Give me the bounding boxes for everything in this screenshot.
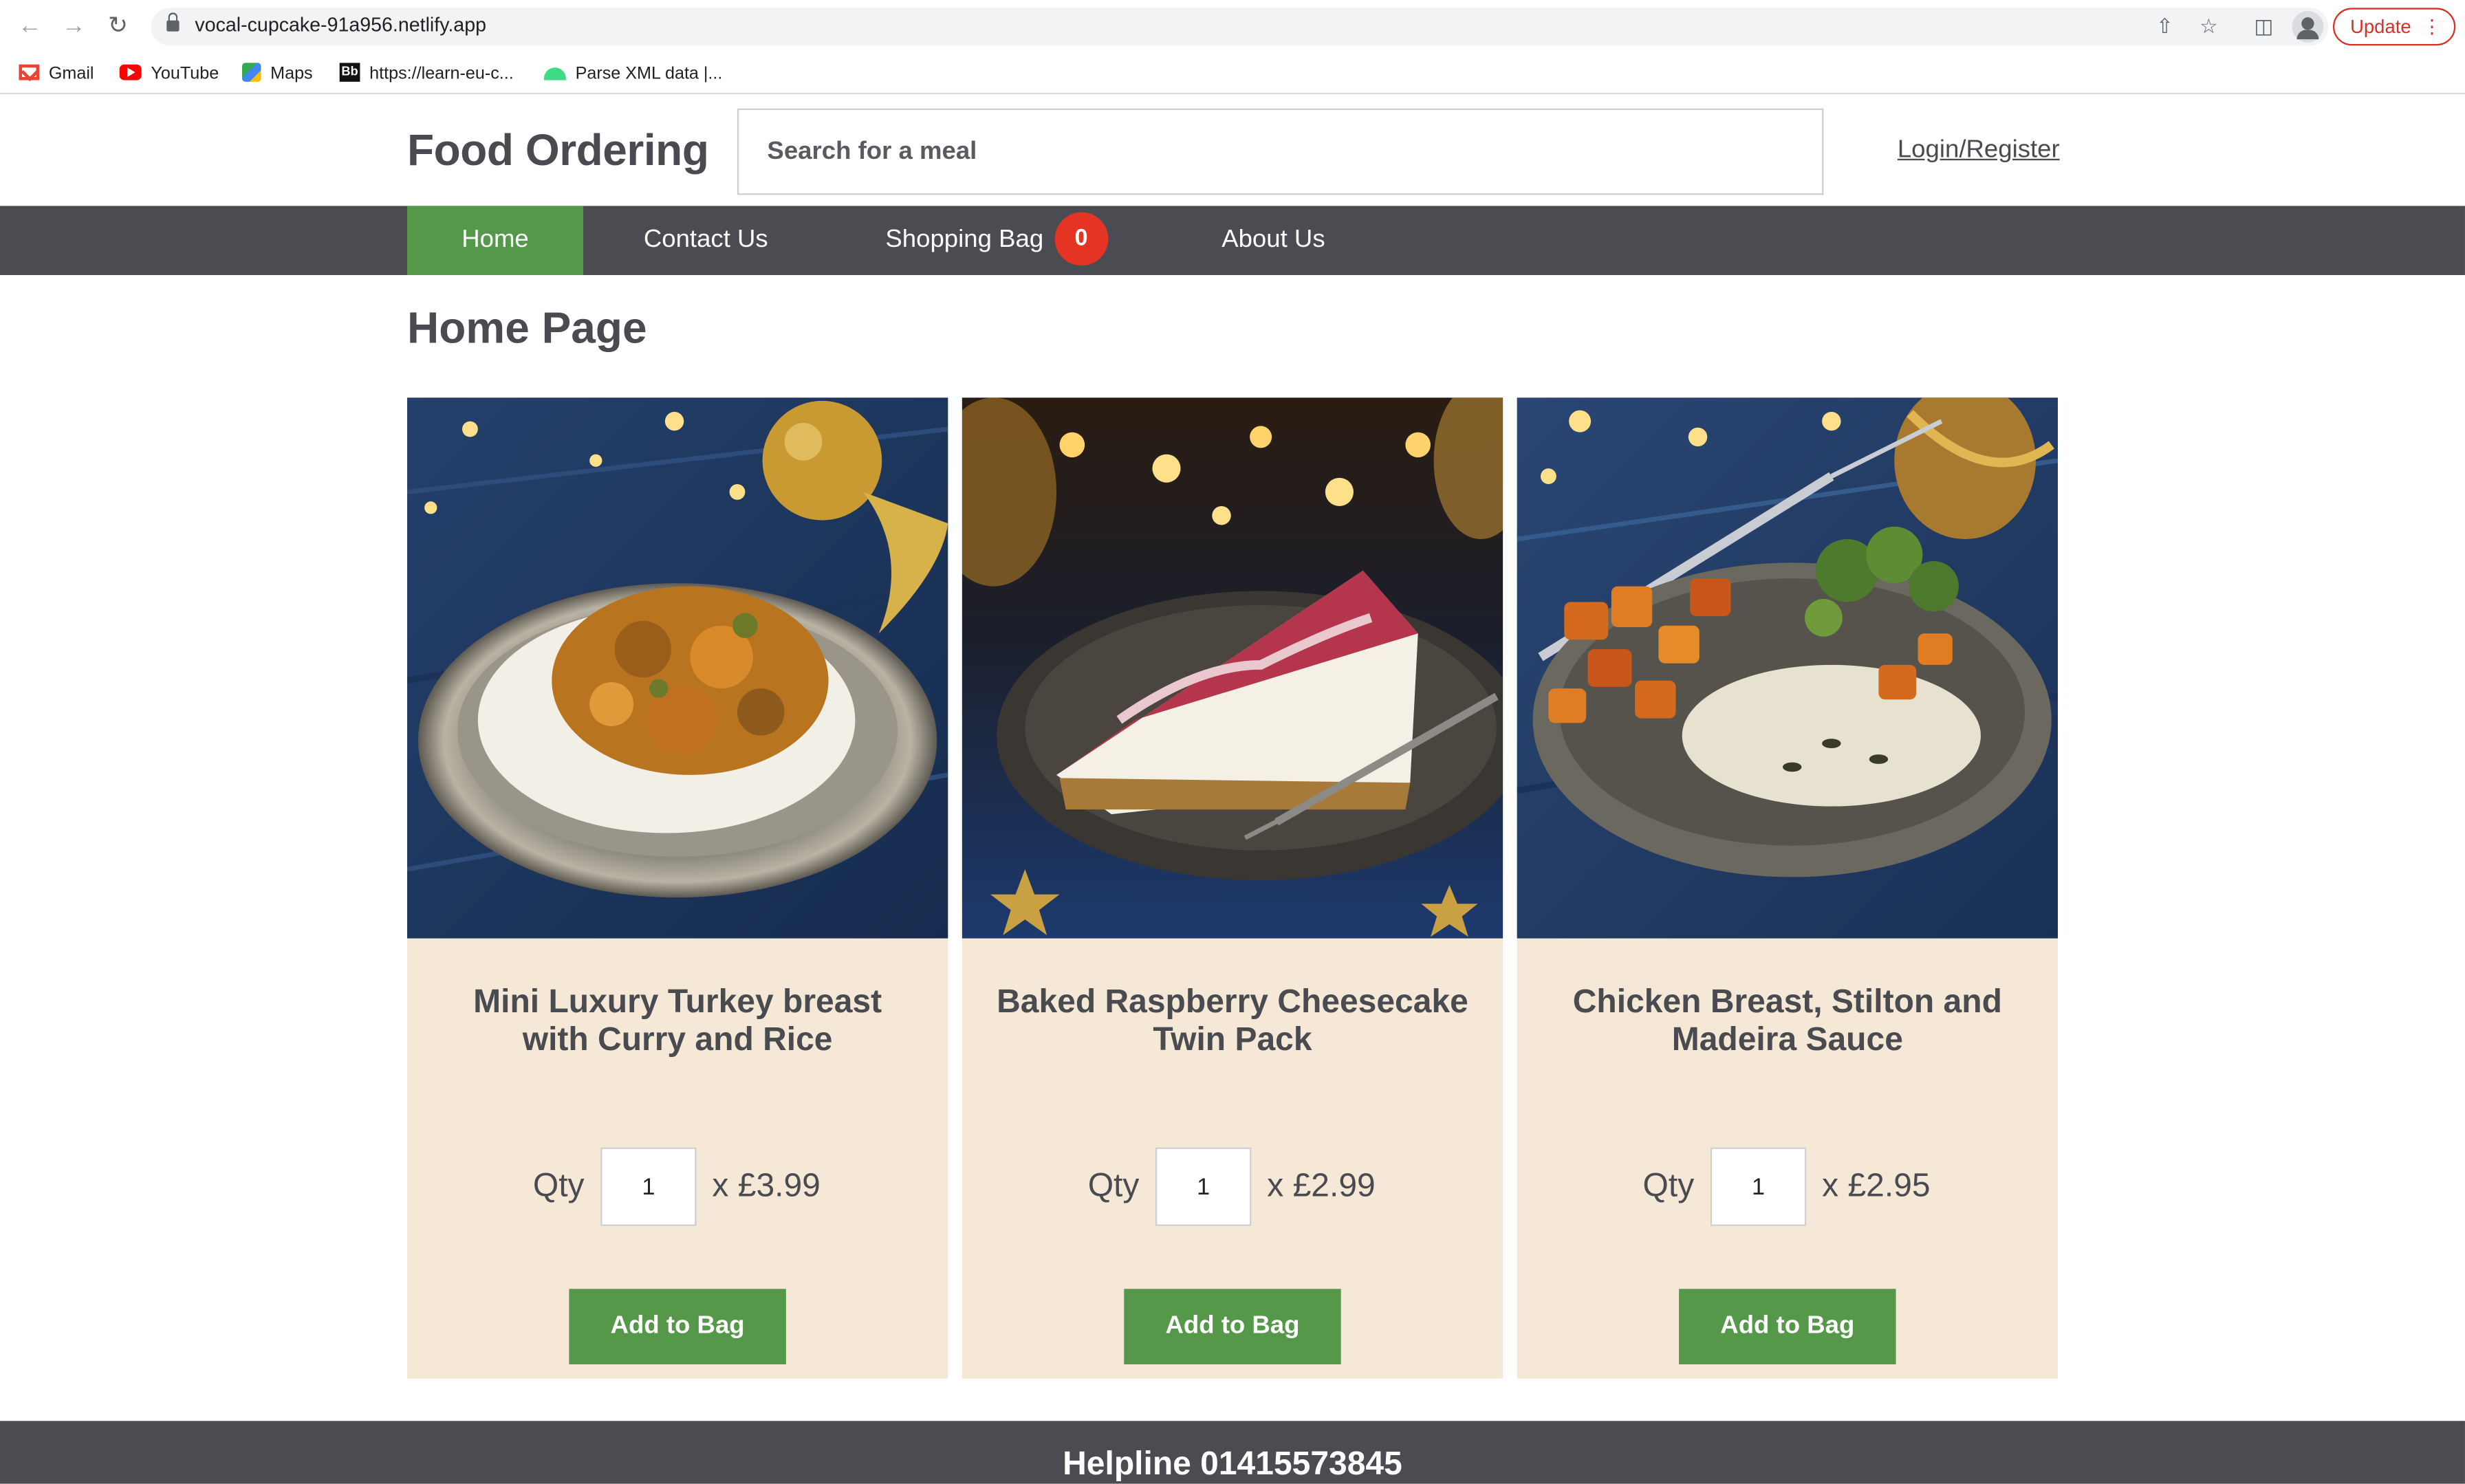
qty-label: Qty bbox=[532, 1168, 585, 1204]
nav-home[interactable]: Home bbox=[406, 206, 583, 275]
bag-count-badge: 0 bbox=[1054, 212, 1108, 265]
product-name: Chicken Breast, Stilton and Madeira Sauc… bbox=[1572, 983, 2002, 1058]
bookmark-youtube[interactable]: YouTube bbox=[119, 61, 219, 87]
product-image-chicken bbox=[1517, 397, 2058, 939]
search-input[interactable] bbox=[739, 109, 1823, 194]
product-price: x £2.99 bbox=[1267, 1168, 1376, 1204]
bookmark-learn[interactable]: Bb https://learn-eu-c... bbox=[339, 61, 514, 87]
gmail-icon bbox=[19, 64, 40, 80]
qty-label: Qty bbox=[1642, 1168, 1695, 1204]
nav-shopping-bag-label: Shopping Bag bbox=[885, 226, 1044, 253]
forward-arrow-icon[interactable]: → bbox=[60, 12, 88, 41]
maps-icon bbox=[241, 63, 261, 83]
update-button[interactable]: Update ⋮ bbox=[2332, 8, 2456, 46]
add-to-bag-button[interactable]: Add to Bag bbox=[1679, 1289, 1896, 1364]
bookmark-maps[interactable]: Maps bbox=[241, 61, 313, 87]
back-arrow-icon[interactable]: ← bbox=[16, 12, 44, 41]
site-footer: Helpline 01415573845 bbox=[0, 1421, 2465, 1484]
quantity-row: Qty x £3.99 bbox=[407, 1147, 948, 1226]
product-card: Mini Luxury Turkey breast with Curry and… bbox=[406, 397, 948, 1379]
add-to-bag-button[interactable]: Add to Bag bbox=[1124, 1289, 1341, 1364]
brand-logo[interactable]: Food Ordering bbox=[407, 126, 709, 176]
page-root: ← → ↻ vocal-cupcake-91a956.netlify.app ⇧… bbox=[0, 0, 2465, 1484]
add-to-bag-button[interactable]: Add to Bag bbox=[569, 1289, 786, 1364]
quantity-input[interactable] bbox=[600, 1147, 697, 1226]
login-register-link[interactable]: Login/Register bbox=[1898, 137, 2060, 165]
bookmark-label: Maps bbox=[270, 64, 313, 84]
product-price: x £2.95 bbox=[1822, 1168, 1931, 1204]
more-menu-icon[interactable]: ⋮ bbox=[2422, 10, 2441, 44]
address-bar[interactable]: vocal-cupcake-91a956.netlify.app ⇧ ☆ bbox=[151, 8, 2329, 46]
reload-icon[interactable]: ↻ bbox=[104, 12, 132, 41]
product-price: x £3.99 bbox=[712, 1168, 821, 1204]
nav-about-us[interactable]: About Us bbox=[1198, 206, 1349, 275]
update-label: Update bbox=[2350, 15, 2411, 38]
qty-label: Qty bbox=[1087, 1168, 1140, 1204]
bookmark-label: YouTube bbox=[151, 64, 219, 84]
bookmark-label: Parse XML data |... bbox=[575, 64, 723, 84]
profile-avatar-icon[interactable] bbox=[2292, 10, 2324, 43]
product-card: Chicken Breast, Stilton and Madeira Sauc… bbox=[1517, 397, 2058, 1379]
bookmark-label: Gmail bbox=[48, 64, 94, 84]
android-icon bbox=[543, 67, 566, 80]
browser-toolbar: ← → ↻ vocal-cupcake-91a956.netlify.app ⇧… bbox=[0, 0, 2465, 54]
main-nav: Home Contact Us Shopping Bag 0 About Us bbox=[0, 206, 2465, 275]
side-panel-icon[interactable]: ◫ bbox=[2250, 12, 2278, 41]
bookmarks-bar: Gmail YouTube Maps Bb https://learn-eu-c.… bbox=[0, 53, 2465, 95]
bookmark-parse-xml[interactable]: Parse XML data |... bbox=[543, 61, 723, 87]
search-box[interactable] bbox=[737, 108, 1824, 195]
product-name: Baked Raspberry Cheesecake Twin Pack bbox=[997, 983, 1468, 1058]
star-icon[interactable]: ☆ bbox=[2196, 14, 2222, 40]
quantity-input[interactable] bbox=[1155, 1147, 1252, 1226]
bookmark-gmail[interactable]: Gmail bbox=[19, 61, 94, 87]
share-icon[interactable]: ⇧ bbox=[2152, 14, 2178, 40]
page-title: Home Page bbox=[406, 303, 647, 352]
product-card: Baked Raspberry Cheesecake Twin Pack Qty… bbox=[962, 397, 1503, 1379]
product-image-curry bbox=[406, 397, 948, 939]
blackboard-icon: Bb bbox=[339, 63, 360, 83]
lock-icon bbox=[166, 12, 180, 33]
youtube-icon bbox=[119, 64, 142, 80]
quantity-input[interactable] bbox=[1710, 1147, 1807, 1226]
helpline-text: Helpline 01415573845 bbox=[1063, 1445, 1402, 1483]
product-image-cheesecake bbox=[962, 397, 1503, 939]
product-name: Mini Luxury Turkey breast with Curry and… bbox=[473, 983, 882, 1058]
quantity-row: Qty x £2.95 bbox=[1517, 1147, 2058, 1226]
quantity-row: Qty x £2.99 bbox=[962, 1147, 1503, 1226]
site-header: Food Ordering Login/Register bbox=[0, 96, 2465, 206]
url-text: vocal-cupcake-91a956.netlify.app bbox=[195, 14, 486, 36]
nav-contact-us[interactable]: Contact Us bbox=[613, 206, 799, 275]
bookmark-label: https://learn-eu-c... bbox=[369, 64, 514, 84]
nav-shopping-bag[interactable]: Shopping Bag 0 bbox=[862, 206, 1132, 275]
